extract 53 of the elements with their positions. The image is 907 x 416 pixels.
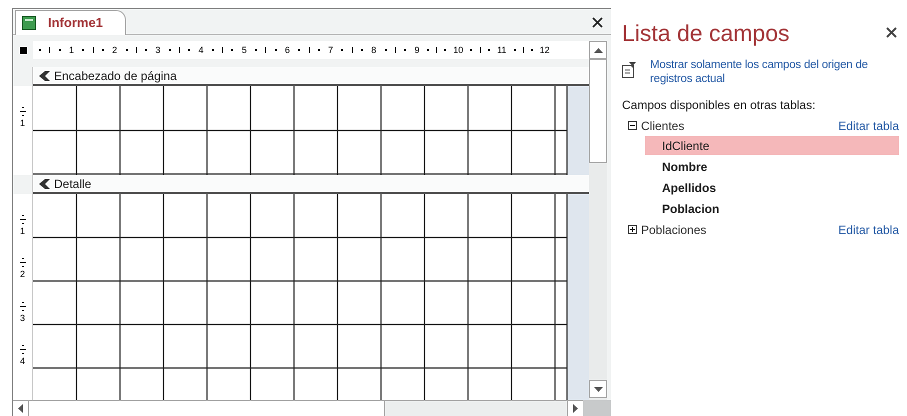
ruler-number: 11 bbox=[497, 46, 506, 54]
collapse-icon bbox=[628, 121, 637, 130]
ruler-number: 3 bbox=[20, 314, 25, 322]
field-item[interactable]: Nombre bbox=[645, 157, 899, 176]
caret-down-icon bbox=[594, 386, 602, 392]
ruler-number: 1 bbox=[68, 46, 74, 54]
ruler-number: 1 bbox=[20, 226, 25, 236]
ruler-number: 9 bbox=[414, 46, 420, 54]
ruler-number: 6 bbox=[284, 46, 290, 54]
scroll-up-button[interactable] bbox=[589, 41, 607, 59]
available-fields-label: Campos disponibles en otras tablas: bbox=[622, 97, 816, 114]
ruler-number: 12 bbox=[540, 46, 550, 54]
scroll-down-button[interactable] bbox=[589, 380, 607, 398]
ruler-number: 2 bbox=[112, 46, 118, 54]
caret-left-icon bbox=[18, 404, 23, 413]
ruler-number: 5 bbox=[242, 46, 247, 54]
scroll-thumb[interactable] bbox=[29, 401, 385, 416]
select-report-button[interactable] bbox=[20, 46, 26, 54]
scroll-left-button[interactable] bbox=[13, 401, 29, 416]
ruler-number: 1 bbox=[20, 118, 25, 128]
edit-table-link[interactable]: Editar tabla bbox=[838, 116, 899, 134]
ruler-number: 2 bbox=[20, 270, 25, 279]
horizontal-scrollbar[interactable] bbox=[13, 400, 583, 416]
field-item[interactable]: Poblacion bbox=[645, 199, 899, 218]
show-only-current-link[interactable]: Mostrar solamente los campos del origen de registros actual bbox=[650, 58, 899, 86]
caret-right-icon bbox=[573, 404, 578, 413]
scroll-thumb[interactable] bbox=[589, 59, 607, 163]
field-item[interactable]: Apellidos bbox=[645, 178, 899, 197]
ruler-number: 10 bbox=[453, 46, 464, 54]
close-icon bbox=[886, 26, 896, 38]
section-header-bar[interactable]: Detalle bbox=[33, 175, 589, 194]
section-arrow-icon bbox=[39, 70, 50, 80]
table-toggle[interactable]: Poblaciones bbox=[628, 220, 706, 238]
scroll-right-button[interactable] bbox=[567, 401, 583, 416]
table-toggle[interactable]: Clientes bbox=[628, 116, 684, 134]
section-arrow-icon bbox=[39, 178, 50, 188]
field-item[interactable]: IdCliente bbox=[645, 136, 899, 155]
edit-table-link[interactable]: Editar tabla bbox=[838, 220, 899, 238]
panel-title: Lista de campos bbox=[622, 22, 790, 45]
expand-icon bbox=[628, 225, 637, 234]
ruler-number: 4 bbox=[198, 46, 204, 54]
scrollbar-corner bbox=[583, 400, 611, 416]
vertical-scrollbar[interactable] bbox=[589, 59, 607, 400]
ruler-number: 8 bbox=[371, 46, 376, 54]
ruler-number: 4 bbox=[20, 357, 25, 366]
section-header-bar[interactable]: Encabezado de página bbox=[33, 67, 589, 86]
document-tab[interactable]: Informe1 bbox=[15, 10, 126, 35]
report-icon bbox=[22, 16, 36, 30]
ruler-number: 3 bbox=[155, 46, 160, 54]
caret-up-icon bbox=[594, 48, 602, 52]
filter-list-icon bbox=[622, 62, 636, 78]
close-icon bbox=[592, 16, 602, 28]
ruler-number: 7 bbox=[328, 46, 334, 54]
